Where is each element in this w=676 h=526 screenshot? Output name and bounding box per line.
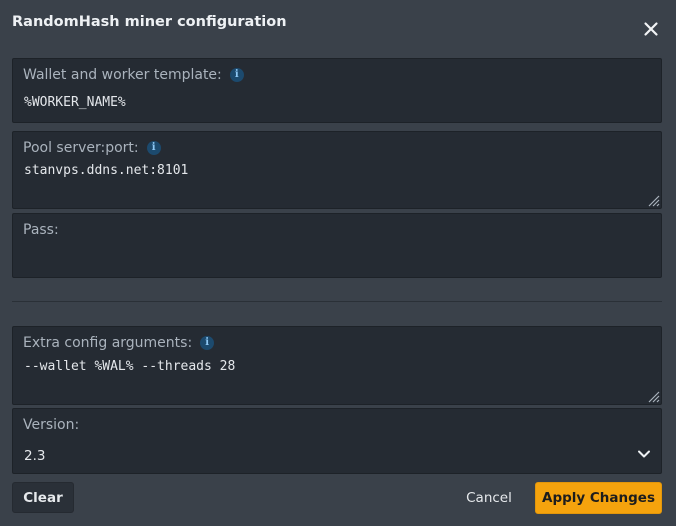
resize-handle-icon[interactable] (647, 194, 660, 207)
info-icon[interactable]: i (146, 141, 161, 155)
version-value[interactable]: 2.3 (24, 448, 45, 464)
pool-server-field[interactable]: Pool server:port: i stanvps.ddns.net:810… (12, 131, 662, 209)
pass-field[interactable]: Pass: (12, 213, 662, 278)
wallet-template-label: Wallet and worker template: (23, 67, 222, 83)
wallet-template-value[interactable]: %WORKER_NAME% (24, 95, 126, 110)
extra-config-field[interactable]: Extra config arguments: i --wallet %WAL%… (12, 326, 662, 405)
close-icon[interactable] (641, 19, 661, 39)
clear-button[interactable]: Clear (12, 482, 74, 513)
version-label: Version: (23, 417, 80, 433)
info-icon[interactable]: i (229, 68, 244, 82)
pool-server-value[interactable]: stanvps.ddns.net:8101 (24, 163, 188, 178)
extra-config-value[interactable]: --wallet %WAL% --threads 28 (24, 359, 235, 374)
dialog-title: RandomHash miner configuration (12, 14, 287, 30)
section-divider (12, 301, 662, 302)
cancel-button[interactable]: Cancel (462, 484, 516, 512)
info-icon[interactable]: i (200, 336, 215, 350)
pass-label: Pass: (23, 222, 59, 238)
chevron-down-icon[interactable] (637, 449, 651, 459)
version-select[interactable]: Version: 2.3 (12, 408, 662, 474)
pool-server-label: Pool server:port: (23, 140, 139, 156)
wallet-template-field[interactable]: Wallet and worker template: i %WORKER_NA… (12, 58, 662, 123)
apply-changes-button[interactable]: Apply Changes (535, 482, 662, 514)
resize-handle-icon[interactable] (647, 390, 660, 403)
extra-config-label: Extra config arguments: (23, 335, 193, 351)
